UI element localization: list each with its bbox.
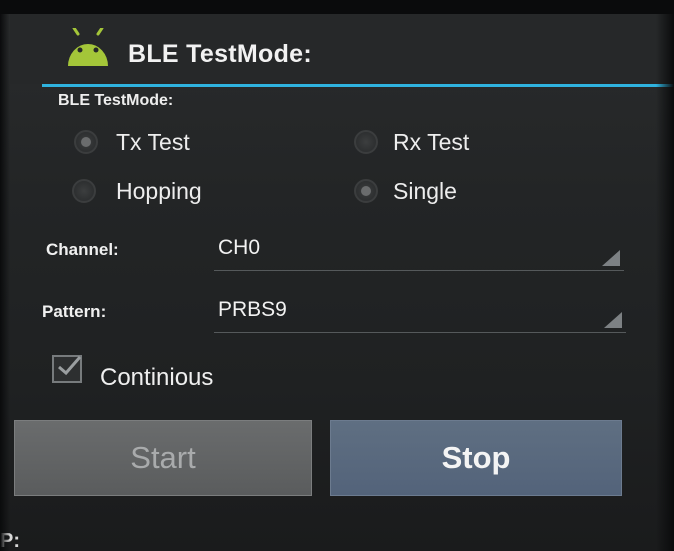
screen-left-edge [0, 0, 10, 551]
stop-button[interactable]: Stop [330, 420, 622, 496]
radio-label-tx-test: Tx Test [116, 129, 190, 155]
radio-rx-test[interactable] [354, 130, 378, 154]
title-divider [42, 84, 674, 87]
continuous-label: Continious [100, 364, 214, 391]
channel-label: Channel: [46, 240, 119, 259]
radio-single[interactable] [354, 179, 378, 203]
app-screen: BLE TestMode: BLE TestMode: Tx Test Rx T… [0, 0, 674, 551]
screen-top-edge [0, 0, 674, 14]
radio-tx-test[interactable] [74, 130, 98, 154]
radio-label-single: Single [393, 178, 457, 204]
page-title: BLE TestMode: [128, 40, 312, 68]
channel-spinner[interactable]: CH0 [214, 230, 624, 271]
radio-label-rx-test: Rx Test [393, 129, 470, 155]
radio-hopping[interactable] [72, 179, 96, 203]
screen-right-edge [656, 0, 674, 551]
dropdown-arrow-icon [602, 250, 620, 266]
pattern-label: Pattern: [42, 302, 107, 321]
section-label-test-mode: BLE TestMode: [58, 92, 174, 109]
channel-value: CH0 [218, 236, 261, 259]
pattern-spinner[interactable]: PRBS9 [214, 292, 626, 333]
checkmark-icon [58, 356, 82, 376]
android-icon [66, 26, 110, 68]
start-button[interactable]: Start [14, 420, 312, 496]
radio-label-hopping: Hopping [116, 178, 202, 204]
dropdown-arrow-icon [604, 312, 622, 328]
pattern-value: PRBS9 [218, 298, 287, 321]
continuous-checkbox[interactable] [52, 355, 82, 383]
